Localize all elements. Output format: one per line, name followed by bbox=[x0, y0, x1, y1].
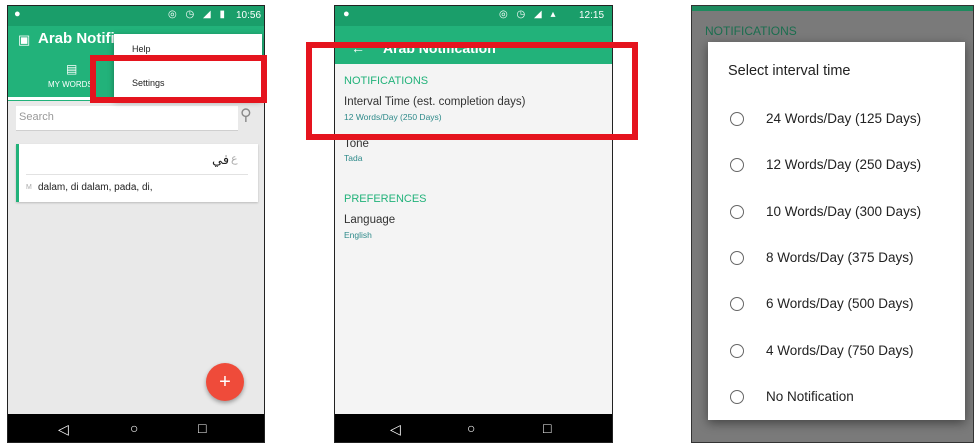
highlight-settings-box bbox=[90, 55, 267, 103]
search-placeholder: Search bbox=[19, 111, 54, 123]
interval-option-label: 10 Words/Day (300 Days) bbox=[766, 203, 922, 219]
word-card[interactable]: في ع M dalam, di dalam, pada, di, bbox=[16, 144, 258, 202]
radio-button[interactable] bbox=[730, 343, 744, 358]
interval-option[interactable]: 8 Words/Day (375 Days) bbox=[708, 245, 965, 271]
menu-item-help[interactable]: Help bbox=[132, 44, 151, 54]
radio-button[interactable] bbox=[730, 204, 744, 219]
interval-option[interactable]: 12 Words/Day (250 Days) bbox=[708, 152, 965, 178]
back-icon[interactable]: ◁ bbox=[390, 421, 401, 438]
add-word-button[interactable]: + bbox=[206, 363, 244, 401]
status-time: 12:15 bbox=[579, 10, 605, 21]
pref-language[interactable]: Language English bbox=[335, 210, 612, 246]
status-bar: ● ◎ ◷ ◢ ▮ 10:56 bbox=[8, 6, 264, 26]
dimmed-section-header: NOTIFICATIONS bbox=[705, 24, 797, 38]
book-icon: ▤ bbox=[66, 62, 78, 76]
status-icons: ◎ ◷ ◢ ▴ bbox=[499, 9, 559, 20]
word-meaning: dalam, di dalam, pada, di, bbox=[38, 182, 153, 193]
card-accent-bar bbox=[16, 144, 19, 202]
interval-dialog: Select interval time 24 Words/Day (125 D… bbox=[708, 42, 965, 420]
pref-summary: English bbox=[344, 230, 372, 240]
radio-button[interactable] bbox=[730, 297, 744, 312]
home-icon[interactable]: ○ bbox=[130, 420, 138, 436]
interval-option-label: 12 Words/Day (250 Days) bbox=[766, 157, 922, 173]
navigation-bar: ◁ ○ □ bbox=[335, 414, 612, 442]
radio-button[interactable] bbox=[730, 250, 744, 265]
section-header-preferences: PREFERENCES bbox=[344, 193, 427, 205]
interval-option[interactable]: 6 Words/Day (500 Days) bbox=[708, 291, 965, 317]
search-icon[interactable]: ⚲ bbox=[240, 105, 252, 125]
interval-option[interactable]: 4 Words/Day (750 Days) bbox=[708, 338, 965, 364]
dialog-title: Select interval time bbox=[728, 63, 851, 79]
interval-option[interactable]: No Notification bbox=[708, 384, 965, 410]
status-bar: ● ◎ ◷ ◢ ▴ 12:15 bbox=[335, 6, 612, 26]
arabic-marker: ع bbox=[231, 153, 238, 165]
android-icon: ● bbox=[343, 8, 350, 20]
interval-option[interactable]: 10 Words/Day (300 Days) bbox=[708, 199, 965, 225]
android-icon: ● bbox=[14, 8, 21, 20]
home-icon[interactable]: ○ bbox=[467, 420, 475, 436]
pref-title: Language bbox=[344, 214, 396, 226]
radio-button[interactable] bbox=[730, 112, 744, 126]
interval-option-label: 8 Words/Day (375 Days) bbox=[766, 249, 914, 265]
interval-option[interactable]: 24 Words/Day (125 Days) bbox=[708, 106, 965, 132]
plus-icon: + bbox=[219, 371, 231, 393]
radio-button[interactable] bbox=[730, 389, 744, 404]
phone-screen-interval-dialog: NOTIFICATIONS Select interval time 24 Wo… bbox=[691, 5, 974, 443]
tab-my-words-label: MY WORDS bbox=[48, 80, 93, 89]
recents-icon[interactable]: □ bbox=[198, 420, 206, 436]
interval-option-label: 4 Words/Day (750 Days) bbox=[766, 342, 914, 358]
interval-option-label: 6 Words/Day (500 Days) bbox=[766, 296, 914, 312]
interval-option-label: No Notification bbox=[766, 388, 854, 404]
navigation-bar: ◁ ○ □ bbox=[8, 414, 264, 442]
interval-option-label: 24 Words/Day (125 Days) bbox=[766, 111, 922, 126]
divider bbox=[26, 174, 248, 175]
pref-summary: Tada bbox=[344, 153, 363, 163]
back-icon[interactable]: ◁ bbox=[58, 421, 69, 438]
recents-icon[interactable]: □ bbox=[543, 420, 551, 436]
arabic-word: في bbox=[212, 152, 230, 167]
radio-button[interactable] bbox=[730, 158, 744, 173]
highlight-interval-box bbox=[306, 42, 638, 140]
app-logo-icon: ▣ bbox=[18, 32, 31, 47]
search-input[interactable]: Search bbox=[16, 106, 238, 131]
status-icons: ◎ ◷ ◢ ▮ bbox=[168, 9, 228, 20]
dimmed-app-bar bbox=[692, 6, 973, 11]
meaning-marker: M bbox=[26, 184, 32, 191]
status-time: 10:56 bbox=[236, 10, 262, 21]
